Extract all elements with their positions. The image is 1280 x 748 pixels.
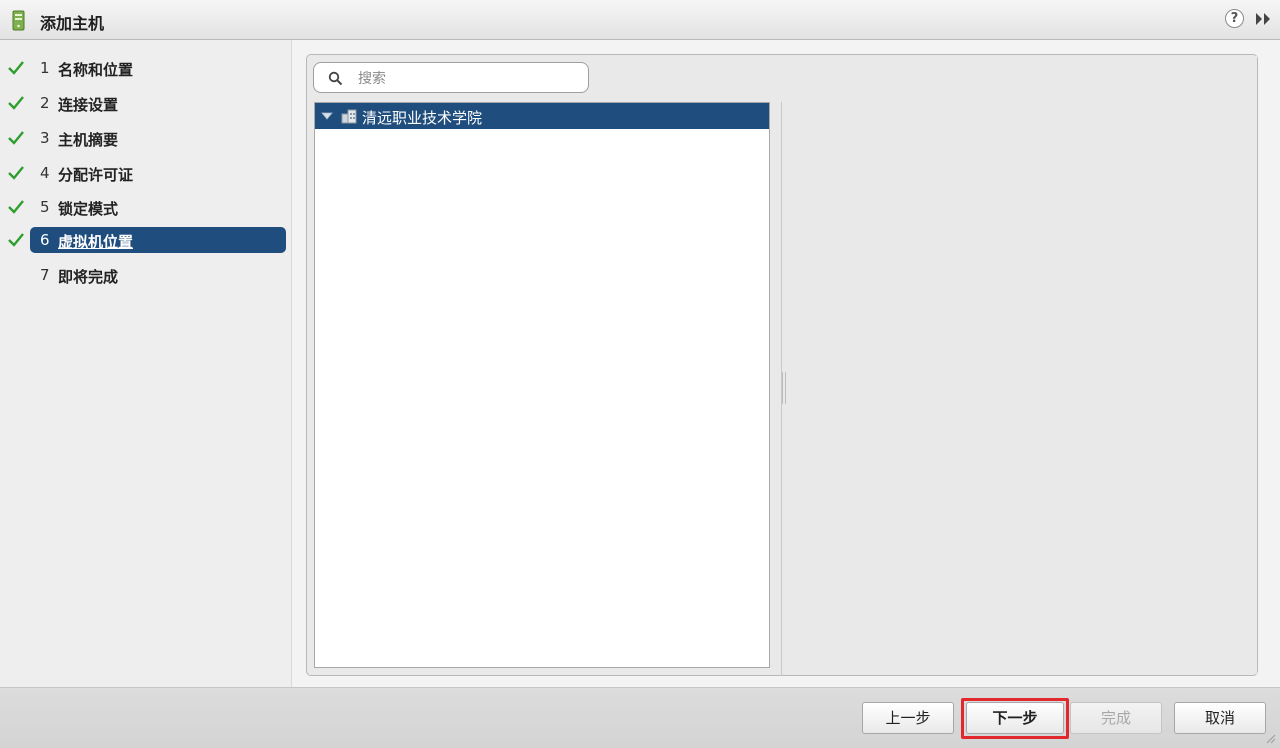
step-name-and-location[interactable]: 1 名称和位置 [0,55,292,83]
step-host-summary[interactable]: 3 主机摘要 [0,125,292,153]
check-icon [8,166,24,180]
window-title: 添加主机 [40,14,105,33]
step-ready-to-complete[interactable]: 7 即将完成 [0,262,292,290]
next-button[interactable]: 下一步 [966,702,1064,734]
step-number: 1 [40,59,50,77]
step-label: 即将完成 [58,268,119,286]
expand-triangle-icon[interactable] [321,112,333,120]
step-lockdown-mode[interactable]: 5 锁定模式 [0,194,292,222]
step-number: 6 [40,231,50,249]
step-label: 名称和位置 [58,61,134,79]
title-bar: 添加主机 ? [0,0,1280,40]
check-icon [8,131,24,145]
tree-item-label: 清远职业技术学院 [362,109,483,127]
host-icon [12,10,25,31]
location-tree[interactable]: 清远职业技术学院 [314,102,770,668]
check-icon [8,200,24,214]
step-label: 主机摘要 [58,131,119,149]
wizard-steps: 1 名称和位置 2 连接设置 3 主机摘要 4 分配许可证 5 锁定模式 6 虚… [0,40,292,687]
step-label: 锁定模式 [58,200,119,218]
datacenter-icon [341,109,357,124]
step-label: 分配许可证 [58,166,134,184]
check-icon [8,233,24,247]
step-number: 5 [40,198,50,216]
step-vm-location[interactable]: 6 虚拟机位置 [0,227,292,255]
detail-pane [783,56,1257,674]
help-icon[interactable]: ? [1225,9,1244,28]
finish-button[interactable]: 完成 [1070,702,1162,734]
step-assign-license[interactable]: 4 分配许可证 [0,160,292,188]
back-button[interactable]: 上一步 [862,702,954,734]
step-connection-settings[interactable]: 2 连接设置 [0,90,292,118]
search-box[interactable] [313,62,589,93]
step-label: 虚拟机位置 [58,233,134,251]
step-number: 4 [40,164,50,182]
cancel-button[interactable]: 取消 [1174,702,1266,734]
splitter-grip[interactable] [782,372,786,404]
search-icon [328,71,343,86]
tree-item-datacenter[interactable]: 清远职业技术学院 [315,103,769,129]
step-number: 3 [40,129,50,147]
check-icon [8,61,24,75]
step-number: 7 [40,266,50,284]
resize-grip-icon[interactable] [1264,732,1276,744]
search-input[interactable] [356,67,584,91]
step-number: 2 [40,94,50,112]
double-chevron-right-icon[interactable] [1254,11,1272,27]
check-icon [8,96,24,110]
step-label: 连接设置 [58,96,119,114]
